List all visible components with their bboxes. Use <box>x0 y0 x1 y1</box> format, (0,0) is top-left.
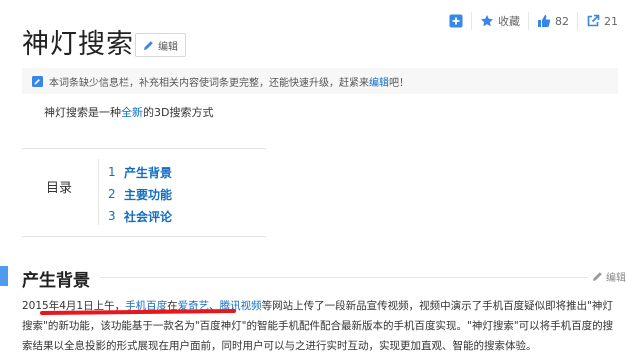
toc-item-number: 2 <box>108 187 116 201</box>
share-icon <box>586 14 600 28</box>
plus-square-icon <box>449 14 463 28</box>
like-button[interactable]: 82 <box>528 12 577 30</box>
entry-actions: 收藏 82 21 <box>441 12 626 30</box>
summary-text: 神灯搜索是一种全新的3D搜索方式 <box>44 104 213 120</box>
notice-text: 本词条缺少信息栏，补充相关内容使词条更完整，还能快速升级，赶紧来 <box>49 77 369 89</box>
edit-button[interactable]: 编辑 <box>135 33 186 57</box>
toc-item-label: 主要功能 <box>124 187 173 202</box>
section-divider <box>100 277 588 278</box>
notice-text-end: 吧！ <box>389 77 409 89</box>
section-accent-bar <box>0 266 8 286</box>
toc-divider <box>98 159 99 225</box>
section-edit-label: 编辑 <box>606 273 626 284</box>
summary-after: 的3D搜索方式 <box>143 106 214 119</box>
summary-before: 神灯搜索是一种 <box>44 106 121 119</box>
like-count: 82 <box>555 14 569 28</box>
star-icon <box>480 14 494 28</box>
toc-item-reviews[interactable]: 3 社会评论 <box>108 205 172 227</box>
table-of-contents: 目录 1 产生背景 2 主要功能 3 社会评论 <box>22 148 266 237</box>
share-count: 21 <box>604 14 618 28</box>
section-paragraph: 2015年4月1日上午，手机百度在爱奇艺、腾讯视频等网站上传了一段新品宣传视频，… <box>22 296 622 356</box>
notice-edit-link[interactable]: 编辑 <box>369 74 389 89</box>
edit-button-label: 编辑 <box>158 41 178 53</box>
edit-note-icon <box>32 75 43 87</box>
share-button[interactable]: 21 <box>577 12 626 30</box>
pencil-icon <box>592 271 603 282</box>
toc-item-number: 3 <box>108 209 116 223</box>
toc-label: 目录 <box>46 181 73 196</box>
notice-bar: 本词条缺少信息栏，补充相关内容使词条更完整，还能快速升级，赶紧来 编辑 吧！ <box>22 68 618 94</box>
add-button[interactable] <box>441 12 471 30</box>
favorite-label: 收藏 <box>498 15 520 28</box>
summary-link[interactable]: 全新 <box>121 106 143 119</box>
toc-item-background[interactable]: 1 产生背景 <box>108 161 172 183</box>
section-title: 产生背景 <box>22 271 90 291</box>
thumbs-up-icon <box>537 14 551 28</box>
toc-item-number: 1 <box>108 165 116 179</box>
page-title: 神灯搜索 <box>22 29 134 60</box>
favorite-button[interactable]: 收藏 <box>471 12 528 30</box>
toc-item-features[interactable]: 2 主要功能 <box>108 183 172 205</box>
pencil-icon <box>143 40 154 51</box>
toc-item-label: 社会评论 <box>124 209 173 224</box>
toc-item-label: 产生背景 <box>124 165 173 180</box>
toc-list: 1 产生背景 2 主要功能 3 社会评论 <box>108 161 172 227</box>
section-edit-button[interactable]: 编辑 <box>592 269 626 284</box>
